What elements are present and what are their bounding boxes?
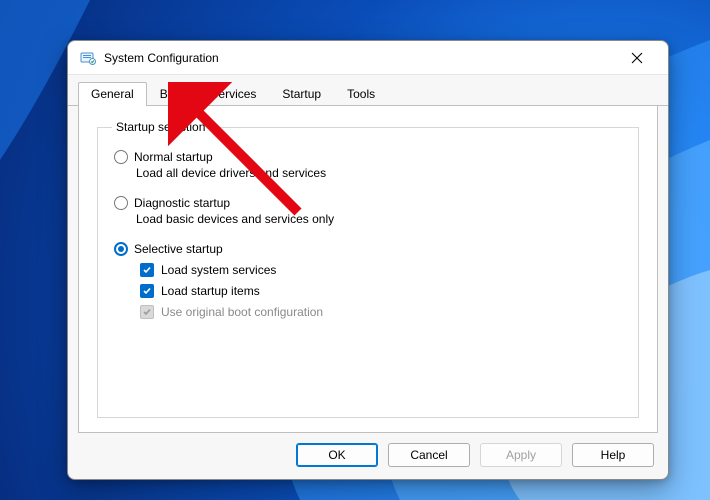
startup-selection-group: Startup selection Normal startup Load al…: [97, 120, 639, 418]
system-configuration-dialog: System Configuration General Boot Servic…: [67, 40, 669, 480]
cancel-button[interactable]: Cancel: [388, 443, 470, 467]
checkbox-load-system-services[interactable]: [140, 263, 154, 277]
checkbox-load-startup-items[interactable]: [140, 284, 154, 298]
tab-content: Startup selection Normal startup Load al…: [78, 106, 658, 433]
close-icon: [631, 52, 643, 64]
tab-tools[interactable]: Tools: [334, 82, 388, 106]
apply-button: Apply: [480, 443, 562, 467]
tab-strip: General Boot Services Startup Tools: [68, 75, 668, 106]
radio-selective-label: Selective startup: [134, 242, 223, 256]
help-button[interactable]: Help: [572, 443, 654, 467]
check-icon: [142, 307, 152, 317]
msconfig-icon: [80, 50, 96, 66]
titlebar: System Configuration: [68, 41, 668, 75]
checkbox-load-startup-items-label: Load startup items: [161, 284, 260, 298]
checkbox-load-system-services-label: Load system services: [161, 263, 276, 277]
dialog-buttons: OK Cancel Apply Help: [68, 433, 668, 479]
tab-general[interactable]: General: [78, 82, 147, 106]
check-icon: [142, 286, 152, 296]
tab-boot[interactable]: Boot: [147, 82, 198, 106]
radio-diagnostic-desc: Load basic devices and services only: [136, 212, 624, 226]
ok-button[interactable]: OK: [296, 443, 378, 467]
window-title: System Configuration: [104, 51, 616, 65]
radio-diagnostic-label: Diagnostic startup: [134, 196, 230, 210]
tab-services[interactable]: Services: [197, 82, 269, 106]
checkbox-use-original-boot: [140, 305, 154, 319]
radio-normal-label: Normal startup: [134, 150, 213, 164]
radio-diagnostic-startup[interactable]: [114, 196, 128, 210]
close-button[interactable]: [616, 44, 658, 72]
tab-startup[interactable]: Startup: [269, 82, 334, 106]
check-icon: [142, 265, 152, 275]
radio-selective-startup[interactable]: [114, 242, 128, 256]
groupbox-title: Startup selection: [112, 120, 209, 134]
radio-normal-startup[interactable]: [114, 150, 128, 164]
checkbox-use-original-boot-label: Use original boot configuration: [161, 305, 323, 319]
radio-normal-desc: Load all device drivers and services: [136, 166, 624, 180]
